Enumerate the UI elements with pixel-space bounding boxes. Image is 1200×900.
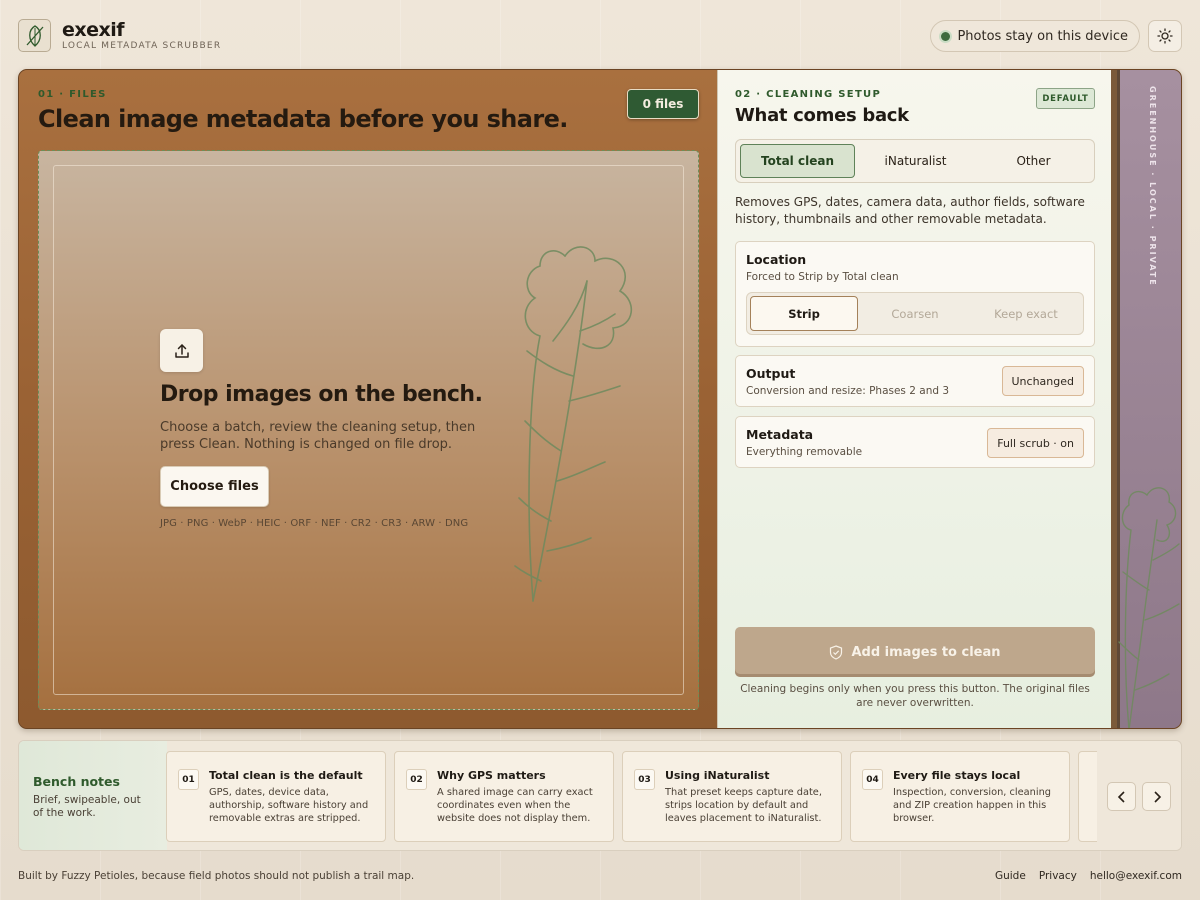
metadata-card: Metadata Everything removable Full scrub… (735, 416, 1095, 468)
note-title: Total clean is the default (209, 769, 363, 782)
clean-button-label: Add images to clean (851, 644, 1001, 660)
bench-notes: Bench notes Brief, swipeable, out of the… (18, 740, 1182, 851)
brand-tagline: LOCAL METADATA SCRUBBER (62, 41, 222, 51)
brand-name: exexif (62, 19, 125, 41)
status-dot-icon (941, 32, 951, 41)
note-body: A shared image can carry exact coordinat… (437, 787, 593, 824)
note-card[interactable]: 01 Total clean is the default GPS, dates… (166, 751, 386, 842)
note-body: Inspection, conversion, cleaning and ZIP… (893, 787, 1052, 824)
choose-files-button[interactable]: Choose files (160, 466, 269, 507)
sun-icon (1157, 28, 1173, 44)
theme-toggle-button[interactable] (1148, 20, 1182, 52)
note-card[interactable]: 04 Every file stays local Inspection, co… (850, 751, 1070, 842)
location-segmented-control: Strip Coarsen Keep exact (746, 292, 1084, 335)
preset-tabs: Total clean iNaturalist Other (735, 139, 1095, 183)
note-title: Using iNaturalist (665, 769, 770, 782)
tab-other[interactable]: Other (976, 144, 1091, 178)
preset-description: Removes GPS, dates, camera data, author … (735, 195, 1085, 226)
notes-side: Bench notes Brief, swipeable, out of the… (19, 741, 167, 850)
note-body: GPS, dates, device data, authorship, sof… (209, 787, 369, 824)
location-title: Location (746, 252, 807, 267)
setup-section-label: 02 · CLEANING SETUP (735, 89, 882, 100)
privacy-status-pill: Photos stay on this device (930, 20, 1140, 52)
footer-link-guide[interactable]: Guide (995, 870, 1026, 882)
add-images-to-clean-button[interactable]: Add images to clean (735, 627, 1095, 677)
upload-icon (174, 343, 189, 358)
metadata-value-button[interactable]: Full scrub · on (987, 428, 1084, 458)
output-sub: Conversion and resize: Phases 2 and 3 (746, 385, 950, 397)
drop-heading: Drop images on the bench. (160, 382, 483, 407)
notes-sub: Brief, swipeable, out of the work. (33, 794, 141, 819)
files-section-label: 01 · FILES (38, 89, 107, 100)
default-badge: DEFAULT (1036, 88, 1095, 109)
notes-next-button[interactable] (1142, 782, 1171, 811)
app-header: exexif LOCAL METADATA SCRUBBER Photos st… (18, 18, 1182, 54)
drop-description: Choose a batch, review the cleaning setu… (160, 420, 476, 452)
location-option-coarsen[interactable]: Coarsen (861, 296, 969, 331)
footer-credit: Built by Fuzzy Petioles, because field p… (18, 870, 415, 882)
location-option-keep-exact[interactable]: Keep exact (972, 296, 1080, 331)
rail-inner: GREENHOUSE · LOCAL · PRIVATE (1117, 70, 1181, 728)
rail-leaf-icon (1118, 487, 1180, 728)
note-title: Why GPS matters (437, 769, 546, 782)
output-title: Output (746, 366, 796, 381)
location-card: Location Forced to Strip by Total clean … (735, 241, 1095, 347)
output-card: Output Conversion and resize: Phases 2 a… (735, 355, 1095, 407)
files-panel: 01 · FILES Clean image metadata before y… (19, 70, 717, 728)
notes-prev-button[interactable] (1107, 782, 1136, 811)
supported-formats: JPG · PNG · WebP · HEIC · ORF · NEF · CR… (160, 518, 469, 529)
note-number: 02 (406, 769, 427, 790)
files-title: Clean image metadata before you share. (38, 105, 568, 133)
chevron-right-icon (1153, 790, 1161, 803)
metadata-sub: Everything removable (746, 446, 863, 458)
upload-button[interactable] (160, 329, 203, 372)
footer-link-email[interactable]: hello@exexif.com (1090, 870, 1182, 882)
footer-links: Guide Privacy hello@exexif.com (995, 870, 1182, 882)
chevron-left-icon (1117, 790, 1125, 803)
privacy-label: Photos stay on this device (957, 28, 1128, 44)
tab-inaturalist[interactable]: iNaturalist (858, 144, 973, 178)
setup-title: What comes back (735, 105, 909, 126)
note-body: That preset keeps capture date, strips l… (665, 787, 822, 824)
decorative-leaf-icon (514, 246, 633, 602)
note-number: 01 (178, 769, 199, 790)
tab-total-clean[interactable]: Total clean (740, 144, 855, 178)
workbench: 01 · FILES Clean image metadata before y… (18, 69, 1182, 729)
location-option-strip[interactable]: Strip (750, 296, 858, 331)
notes-nav-area (1097, 741, 1181, 850)
note-card[interactable]: 02 Why GPS matters A shared image can ca… (394, 751, 614, 842)
side-rail: GREENHOUSE · LOCAL · PRIVATE (1111, 70, 1181, 728)
notes-title: Bench notes (33, 774, 120, 789)
cleaning-setup-panel: 02 · CLEANING SETUP What comes back DEFA… (717, 70, 1111, 728)
clean-note: Cleaning begins only when you press this… (740, 683, 1090, 709)
metadata-title: Metadata (746, 427, 814, 442)
leaf-logo-icon[interactable] (18, 19, 51, 52)
location-sub: Forced to Strip by Total clean (746, 271, 899, 283)
note-number: 03 (634, 769, 655, 790)
output-value-button[interactable]: Unchanged (1001, 366, 1084, 396)
file-dropzone[interactable]: Drop images on the bench. Choose a batch… (38, 150, 699, 710)
footer-link-privacy[interactable]: Privacy (1039, 870, 1077, 882)
rail-label: GREENHOUSE · LOCAL · PRIVATE (1148, 86, 1157, 287)
files-count-badge: 0 files (627, 89, 699, 119)
note-card[interactable]: 03 Using iNaturalist That preset keeps c… (622, 751, 842, 842)
note-title: Every file stays local (893, 769, 1021, 782)
note-number: 04 (862, 769, 883, 790)
shield-check-icon (830, 644, 843, 660)
